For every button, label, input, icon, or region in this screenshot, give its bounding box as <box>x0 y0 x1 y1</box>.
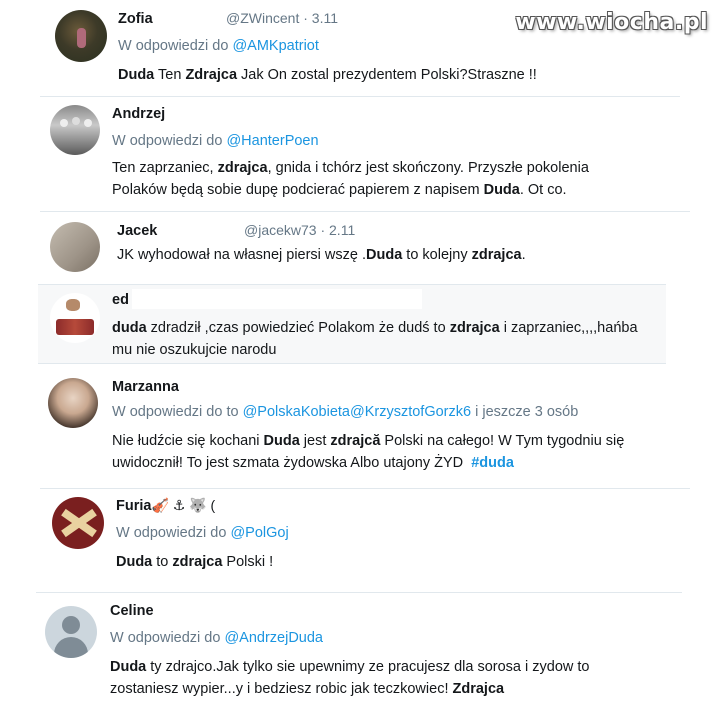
reply-context: W odpowiedzi do @HanterPoen <box>112 133 319 149</box>
mention-link[interactable]: @PolskaKobieta@KrzysztofGorzk6 <box>243 404 472 420</box>
text-segment: zostaniesz wypier...y i bedziesz robic j… <box>110 681 453 697</box>
tweet-text: Duda to zdrajca Polski ! <box>116 551 676 573</box>
text-segment: jest <box>299 433 331 449</box>
author-name[interactable]: ed <box>112 292 129 308</box>
author-handle-date[interactable]: @ZWincent · 3.11 <box>226 10 338 26</box>
author-handle-date[interactable]: @jacekw73 · 2.11 <box>244 222 355 238</box>
text-segment: Nie łudźcie się kochani <box>112 433 264 449</box>
author-name[interactable]: Andrzej <box>112 106 165 122</box>
bold-word: Zdrajca <box>452 681 505 697</box>
tweet-text-line: Duda to zdrajca Polski ! <box>116 551 676 573</box>
redacted-area <box>132 289 422 309</box>
tweet-text-line: Ten zaprzaniec, zdrajca, gnida i tchórz … <box>112 157 692 179</box>
bold-word: zdrajca <box>449 320 500 336</box>
default-avatar-icon[interactable] <box>45 606 97 658</box>
tweet-marzanna[interactable]: Marzanna W odpowiedzi do to @PolskaKobie… <box>0 368 720 486</box>
tweet-text-line: Duda Ten Zdrajca Jak On zostal prezydent… <box>118 64 678 86</box>
reply-context: W odpowiedzi do @AMKpatriot <box>118 38 319 54</box>
text-segment: uwidocznił! To jest szmata żydowska Albo… <box>112 455 472 471</box>
mention-link[interactable]: @AndrzejDuda <box>224 630 323 646</box>
bold-word: Duda <box>263 433 300 449</box>
bold-word: duda <box>112 320 147 336</box>
tweet-text-line: zostaniesz wypier...y i bedziesz robic j… <box>110 678 690 700</box>
text-segment: Jak On zostal prezydentem Polski?Straszn… <box>237 67 537 83</box>
bold-word: Duda <box>110 659 147 675</box>
text-segment: Polski ! <box>222 554 274 570</box>
bold-word: Duda <box>483 182 520 198</box>
emoji-decoration: 🎻 ⚓ 🐺 ( <box>151 497 216 513</box>
bold-word: zdrajca <box>172 554 223 570</box>
bold-word: zdrajcă <box>330 433 381 449</box>
tweet-zofia[interactable]: Zofia @ZWincent · 3.11 W odpowiedzi do @… <box>0 0 720 98</box>
mention-link[interactable]: @HanterPoen <box>226 133 318 149</box>
text-segment: mu nie oszukujcie narodu <box>112 342 277 358</box>
tweet-text: Duda ty zdrajco.Jak tylko sie upewnimy z… <box>110 656 690 700</box>
text-segment: ty zdrajco.Jak tylko sie upewnimy ze pra… <box>146 659 590 675</box>
divider <box>36 592 682 593</box>
tweet-text: Duda Ten Zdrajca Jak On zostal prezydent… <box>118 64 678 86</box>
avatar[interactable] <box>52 497 104 549</box>
tweet-ed[interactable]: ed duda zdradził ,czas powiedzieć Polako… <box>38 284 666 364</box>
bold-word: Duda <box>118 67 155 83</box>
tweet-text: JK wyhodował na własnej piersi wszę .Dud… <box>117 244 687 266</box>
avatar[interactable] <box>50 222 100 272</box>
author-name[interactable]: Zofia <box>118 11 153 27</box>
tweet-andrzej[interactable]: Andrzej W odpowiedzi do @HanterPoen Ten … <box>0 97 720 209</box>
tweet-text-line: Duda ty zdrajco.Jak tylko sie upewnimy z… <box>110 656 690 678</box>
bold-word: Duda <box>116 554 153 570</box>
text-segment: Polaków będą sobie dupę podcierać papier… <box>112 182 484 198</box>
reply-context: W odpowiedzi do to @PolskaKobieta@Krzysz… <box>112 404 579 420</box>
tweet-text-line: Polaków będą sobie dupę podcierać papier… <box>112 179 692 201</box>
author-name[interactable]: Furia <box>116 498 151 514</box>
bold-word: Duda <box>366 247 403 263</box>
author-name[interactable]: Celine <box>110 603 154 619</box>
tweet-furia[interactable]: Furia🎻 ⚓ 🐺 ( W odpowiedzi do @PolGoj Dud… <box>0 489 720 589</box>
text-segment: , gnida i tchórz jest skończony. Przyszł… <box>267 160 589 176</box>
bold-word: Zdrajca <box>185 67 238 83</box>
tweet-text-line: uwidocznił! To jest szmata żydowska Albo… <box>112 452 702 474</box>
tweet-jacek[interactable]: Jacek @jacekw73 · 2.11 JK wyhodował na w… <box>0 212 720 284</box>
tweet-text-line: JK wyhodował na własnej piersi wszę .Dud… <box>117 244 687 266</box>
text-segment: Ten zaprzaniec, <box>112 160 218 176</box>
text-segment: to kolejny <box>402 247 472 263</box>
text-segment: JK wyhodował na własnej piersi wszę . <box>117 247 367 263</box>
tweet-text-line: duda zdradził ,czas powiedzieć Polakom ż… <box>112 317 662 339</box>
text-segment: Ten <box>154 67 186 83</box>
text-segment: . <box>521 247 526 263</box>
text-segment: Polski na całego! W Tym tygodniu się <box>380 433 625 449</box>
tweet-text-line: mu nie oszukujcie narodu <box>112 339 662 361</box>
text-segment: . Ot co. <box>519 182 567 198</box>
avatar[interactable] <box>50 293 100 343</box>
tweet-text: duda zdradził ,czas powiedzieć Polakom ż… <box>112 317 662 361</box>
mention-link[interactable]: @PolGoj <box>230 525 288 541</box>
tweet-text-line: Nie łudźcie się kochani Duda jest zdrajc… <box>112 430 702 452</box>
hashtag-link[interactable]: #duda <box>471 455 514 471</box>
text-segment: i zaprzaniec,,,,hańba <box>499 320 638 336</box>
author-name[interactable]: Jacek <box>117 223 157 239</box>
bold-word: zdrajca <box>217 160 268 176</box>
text-segment: to <box>152 554 173 570</box>
mention-link[interactable]: @AMKpatriot <box>232 38 318 54</box>
avatar[interactable] <box>50 105 100 155</box>
author-name[interactable]: Marzanna <box>112 379 179 395</box>
bold-word: zdrajca <box>471 247 522 263</box>
tweet-celine[interactable]: Celine W odpowiedzi do @AndrzejDuda Duda… <box>0 596 720 720</box>
avatar[interactable] <box>55 10 107 62</box>
text-segment: zdradził ,czas powiedzieć Polakom że dud… <box>146 320 450 336</box>
reply-context: W odpowiedzi do @AndrzejDuda <box>110 630 324 646</box>
avatar[interactable] <box>48 378 98 428</box>
tweet-text: Ten zaprzaniec, zdrajca, gnida i tchórz … <box>112 157 692 201</box>
tweet-text: Nie łudźcie się kochani Duda jest zdrajc… <box>112 430 702 474</box>
reply-context: W odpowiedzi do @PolGoj <box>116 525 289 541</box>
